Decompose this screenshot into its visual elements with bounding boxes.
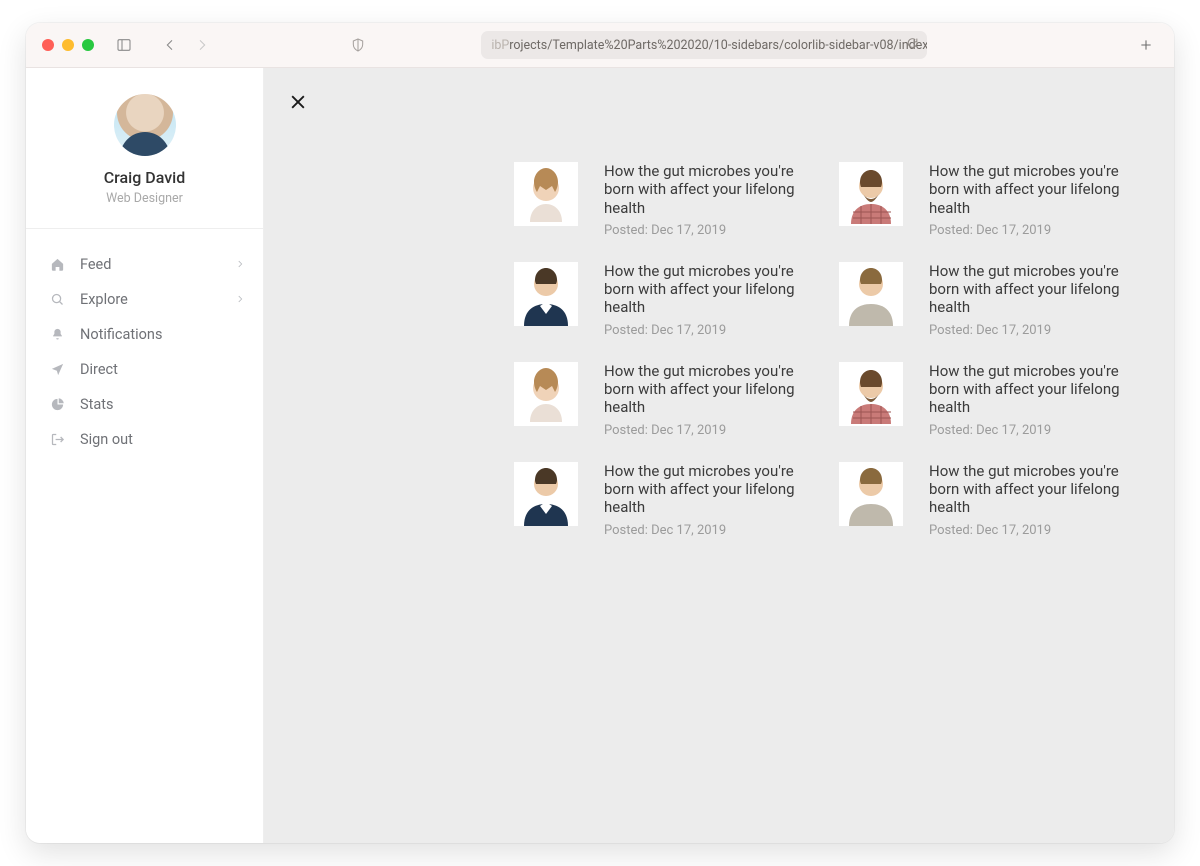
post-body: How the gut microbes you're born with af… bbox=[604, 362, 819, 438]
post-thumbnail bbox=[514, 162, 578, 226]
nav-item-direct[interactable]: Direct bbox=[26, 352, 263, 387]
profile-name: Craig David bbox=[36, 168, 253, 187]
post-title: How the gut microbes you're born with af… bbox=[604, 162, 819, 217]
reload-icon[interactable] bbox=[906, 37, 919, 54]
post-body: How the gut microbes you're born with af… bbox=[604, 462, 819, 538]
back-button[interactable] bbox=[158, 33, 182, 57]
post-meta: Posted: Dec 17, 2019 bbox=[604, 423, 819, 438]
posts-grid: How the gut microbes you're born with af… bbox=[514, 96, 1144, 538]
close-window-button[interactable] bbox=[42, 39, 54, 51]
post-thumbnail bbox=[839, 362, 903, 426]
sidebar: Craig David Web Designer Feed Explore Noti… bbox=[26, 68, 264, 843]
nav-item-explore[interactable]: Explore bbox=[26, 282, 263, 317]
post-thumbnail bbox=[514, 362, 578, 426]
privacy-shield-icon[interactable] bbox=[346, 33, 370, 57]
titlebar: ibProjects/Template%20Parts%202020/10-si… bbox=[26, 23, 1174, 68]
post-item[interactable]: How the gut microbes you're born with af… bbox=[514, 162, 819, 238]
new-tab-button[interactable] bbox=[1134, 33, 1158, 57]
post-body: How the gut microbes you're born with af… bbox=[929, 262, 1144, 338]
content-area: How the gut microbes you're born with af… bbox=[264, 68, 1174, 843]
post-item[interactable]: How the gut microbes you're born with af… bbox=[514, 262, 819, 338]
close-sidebar-button[interactable] bbox=[288, 92, 312, 116]
post-item[interactable]: How the gut microbes you're born with af… bbox=[514, 362, 819, 438]
nav-label: Stats bbox=[80, 396, 113, 413]
minimize-window-button[interactable] bbox=[62, 39, 74, 51]
post-title: How the gut microbes you're born with af… bbox=[604, 262, 819, 317]
signout-icon bbox=[48, 432, 66, 447]
post-meta: Posted: Dec 17, 2019 bbox=[929, 523, 1144, 538]
post-meta: Posted: Dec 17, 2019 bbox=[929, 323, 1144, 338]
post-thumbnail bbox=[514, 462, 578, 526]
nav-label: Notifications bbox=[80, 326, 162, 343]
post-item[interactable]: How the gut microbes you're born with af… bbox=[839, 462, 1144, 538]
workspace: Craig David Web Designer Feed Explore Noti… bbox=[26, 68, 1174, 843]
nav-label: Direct bbox=[80, 361, 118, 378]
fullscreen-window-button[interactable] bbox=[82, 39, 94, 51]
url-path: rojects/Template%20Parts%202020/10-sideb… bbox=[509, 38, 927, 53]
chevron-right-icon bbox=[235, 256, 245, 273]
post-body: How the gut microbes you're born with af… bbox=[929, 362, 1144, 438]
post-item[interactable]: How the gut microbes you're born with af… bbox=[514, 462, 819, 538]
home-icon bbox=[48, 257, 66, 272]
forward-button[interactable] bbox=[190, 33, 214, 57]
post-title: How the gut microbes you're born with af… bbox=[604, 362, 819, 417]
post-body: How the gut microbes you're born with af… bbox=[929, 162, 1144, 238]
nav-item-sign-out[interactable]: Sign out bbox=[26, 422, 263, 457]
post-meta: Posted: Dec 17, 2019 bbox=[604, 323, 819, 338]
nav-label: Explore bbox=[80, 291, 128, 308]
post-body: How the gut microbes you're born with af… bbox=[604, 262, 819, 338]
nav-label: Sign out bbox=[80, 431, 133, 448]
nav-label: Feed bbox=[80, 256, 111, 273]
window-controls bbox=[42, 39, 94, 51]
address-bar[interactable]: ibProjects/Template%20Parts%202020/10-si… bbox=[481, 31, 927, 59]
post-body: How the gut microbes you're born with af… bbox=[604, 162, 819, 238]
post-meta: Posted: Dec 17, 2019 bbox=[604, 523, 819, 538]
post-meta: Posted: Dec 17, 2019 bbox=[929, 423, 1144, 438]
post-item[interactable]: How the gut microbes you're born with af… bbox=[839, 162, 1144, 238]
post-title: How the gut microbes you're born with af… bbox=[929, 462, 1144, 517]
post-title: How the gut microbes you're born with af… bbox=[929, 162, 1144, 217]
post-body: How the gut microbes you're born with af… bbox=[929, 462, 1144, 538]
profile-block: Craig David Web Designer bbox=[26, 68, 263, 229]
post-item[interactable]: How the gut microbes you're born with af… bbox=[839, 362, 1144, 438]
browser-window: ibProjects/Template%20Parts%202020/10-si… bbox=[26, 23, 1174, 843]
post-thumbnail bbox=[839, 162, 903, 226]
post-meta: Posted: Dec 17, 2019 bbox=[604, 223, 819, 238]
nav-item-stats[interactable]: Stats bbox=[26, 387, 263, 422]
sidebar-toggle-icon[interactable] bbox=[112, 33, 136, 57]
post-thumbnail bbox=[839, 262, 903, 326]
profile-avatar bbox=[114, 94, 176, 156]
chevron-right-icon bbox=[235, 291, 245, 308]
post-title: How the gut microbes you're born with af… bbox=[929, 262, 1144, 317]
chart-icon bbox=[48, 397, 66, 412]
nav-item-feed[interactable]: Feed bbox=[26, 247, 263, 282]
post-item[interactable]: How the gut microbes you're born with af… bbox=[839, 262, 1144, 338]
sidebar-nav: Feed Explore Notifications Direct Stats Sign … bbox=[26, 229, 263, 475]
post-title: How the gut microbes you're born with af… bbox=[604, 462, 819, 517]
bell-icon bbox=[48, 327, 66, 342]
post-thumbnail bbox=[514, 262, 578, 326]
post-meta: Posted: Dec 17, 2019 bbox=[929, 223, 1144, 238]
post-title: How the gut microbes you're born with af… bbox=[929, 362, 1144, 417]
url-prefix: ibP bbox=[491, 38, 509, 53]
search-icon bbox=[48, 292, 66, 307]
nav-item-notifications[interactable]: Notifications bbox=[26, 317, 263, 352]
plane-icon bbox=[48, 362, 66, 377]
profile-role: Web Designer bbox=[36, 191, 253, 206]
post-thumbnail bbox=[839, 462, 903, 526]
